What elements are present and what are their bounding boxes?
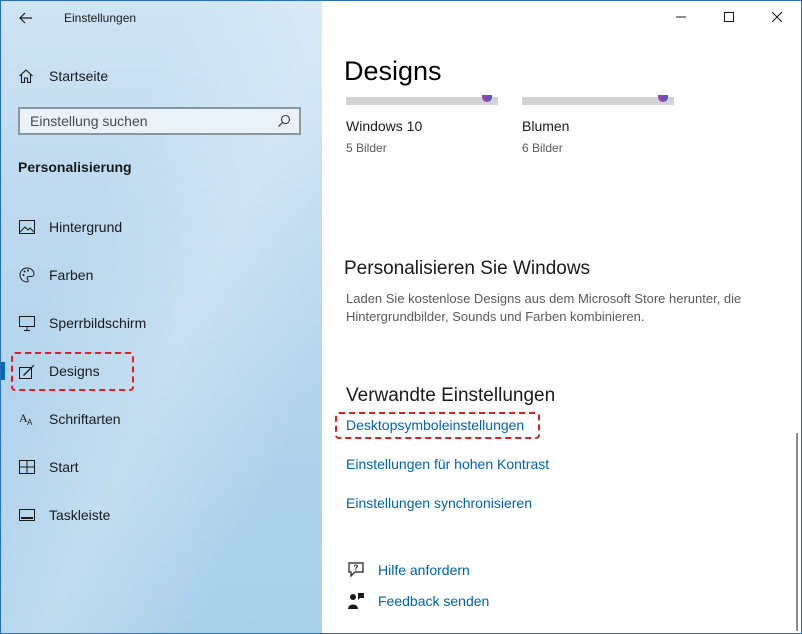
minimize-icon [676,16,686,18]
theme-name: Blumen [522,118,570,134]
scrollbar[interactable] [796,433,798,631]
help-chat-icon: ? [346,560,365,579]
back-button[interactable] [11,5,41,31]
sidebar-item-farben[interactable]: Farben [1,251,322,299]
send-feedback-link[interactable]: Feedback senden [346,591,489,610]
sidebar-item-label: Hintergrund [49,219,123,235]
sidebar-item-hintergrund[interactable]: Hintergrund [1,203,322,251]
close-icon [772,12,782,22]
theme-name: Windows 10 [346,118,423,134]
monitor-icon [18,315,35,332]
sidebar-item-home[interactable]: Startseite [18,65,108,87]
sync-settings-link[interactable]: Einstellungen synchronisieren [346,495,532,511]
theme-card[interactable]: Windows 10 5 Bilder [346,95,498,155]
sidebar-item-label: Sperrbildschirm [49,315,147,331]
search-icon[interactable] [273,110,295,132]
maximize-icon [724,12,734,22]
svg-text:?: ? [353,564,358,573]
back-arrow-icon [19,12,32,24]
picture-icon [18,219,35,236]
home-icon [19,69,33,84]
theme-preview [522,95,674,105]
brush-icon [18,363,35,380]
personalize-heading: Personalisieren Sie Windows [344,258,591,279]
svg-text:A: A [27,418,33,426]
main-content: Designs Windows 10 5 Bilder Blumen 6 Bil… [322,1,801,633]
sidebar-item-label: Farben [49,267,94,283]
sidebar-nav: Hintergrund Farben Sperrbildschirm Desig… [1,203,322,539]
get-help-link[interactable]: ? Hilfe anfordern [346,560,470,579]
theme-count: 6 Bilder [522,141,563,155]
window-controls [657,1,801,33]
high-contrast-settings-link[interactable]: Einstellungen für hohen Kontrast [346,456,549,472]
section-label: Personalisierung [18,159,132,175]
font-icon: AA [18,411,35,428]
feedback-person-icon [346,591,365,610]
maximize-button[interactable] [705,1,753,33]
sidebar-item-label: Start [49,459,79,475]
theme-color-dot [482,95,492,102]
sidebar-item-start[interactable]: Start [1,443,322,491]
minimize-button[interactable] [657,1,705,33]
sidebar-item-label: Taskleiste [49,507,111,523]
theme-preview [346,95,498,105]
personalize-description: Laden Sie kostenlose Designs aus dem Mic… [346,291,742,324]
sidebar: Einstellungen Startseite Personalisierun… [1,1,322,633]
sidebar-item-sperrbildschirm[interactable]: Sperrbildschirm [1,299,322,347]
sidebar-item-designs[interactable]: Designs [1,347,322,395]
sidebar-item-taskleiste[interactable]: Taskleiste [1,491,322,539]
send-feedback-label: Feedback senden [378,592,490,609]
theme-card[interactable]: Blumen 6 Bilder [522,95,674,155]
related-settings-heading: Verwandte Einstellungen [346,385,556,406]
sidebar-item-label: Designs [49,363,100,379]
theme-color-dot [658,95,668,102]
app-title: Einstellungen [64,11,137,25]
get-help-label: Hilfe anfordern [378,561,470,578]
start-icon [18,459,35,476]
search-box[interactable] [18,107,301,135]
desktop-icon-settings-link[interactable]: Desktopsymboleinstellungen [346,417,524,433]
home-label: Startseite [49,68,109,84]
taskbar-icon [18,507,35,524]
theme-count: 5 Bilder [346,141,387,155]
search-input[interactable] [20,112,273,130]
page-title: Designs [344,56,442,86]
settings-window: Einstellungen Startseite Personalisierun… [0,0,802,634]
close-button[interactable] [753,1,801,33]
sidebar-item-schriftarten[interactable]: AA Schriftarten [1,395,322,443]
sidebar-item-label: Schriftarten [49,411,121,427]
palette-icon [18,267,35,284]
